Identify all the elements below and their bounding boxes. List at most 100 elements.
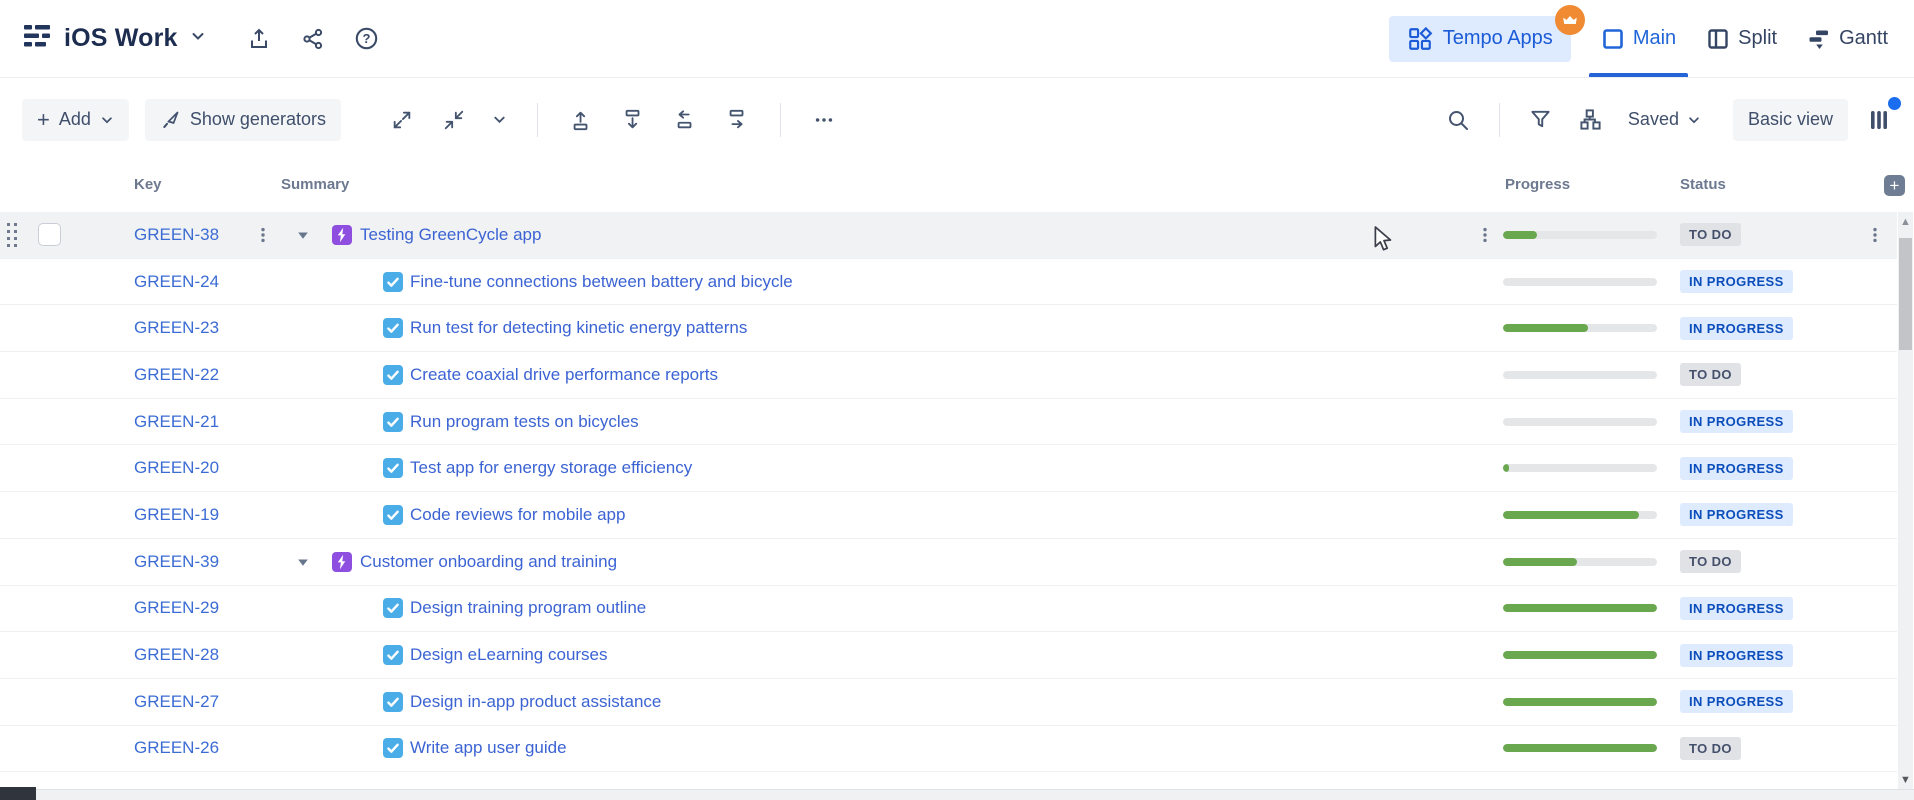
header-right: Tempo Apps Main Split (1389, 0, 1914, 77)
structure-title: iOS Work (64, 24, 178, 53)
tempo-apps-button[interactable]: Tempo Apps (1389, 16, 1571, 62)
scroll-up-icon[interactable]: ▲ (1898, 216, 1913, 228)
task-icon (383, 586, 403, 632)
columns-button[interactable] (1860, 101, 1898, 139)
issue-key-link[interactable]: GREEN-23 (134, 305, 219, 351)
table-row[interactable]: GREEN-39 Customer onboarding and training… (0, 539, 1897, 586)
collapse-caret-icon[interactable] (296, 212, 310, 258)
issue-key-link[interactable]: GREEN-20 (134, 445, 219, 491)
move-left-icon[interactable] (666, 101, 704, 139)
table-row[interactable]: GREEN-21 Run program tests on bicycles IN … (0, 399, 1897, 446)
table-row[interactable]: GREEN-27 Design in-app product assistance… (0, 679, 1897, 726)
group-icon[interactable] (1572, 101, 1610, 139)
move-up-icon[interactable] (562, 101, 600, 139)
expand-all-icon[interactable] (383, 101, 421, 139)
column-header-summary[interactable]: Summary (281, 176, 349, 193)
issue-key-link[interactable]: GREEN-22 (134, 352, 219, 398)
wand-icon (160, 109, 181, 130)
table-row[interactable]: GREEN-38Testing GreenCycle appTO DO (0, 212, 1897, 259)
row-menu-icon[interactable] (1476, 212, 1494, 258)
more-ellipsis-icon[interactable] (805, 101, 843, 139)
table-row[interactable]: GREEN-26 Write app user guide TO DO (0, 726, 1897, 773)
tab-split[interactable]: Split (1706, 0, 1777, 77)
row-checkbox[interactable] (38, 212, 61, 258)
toolbar-separator (537, 103, 538, 137)
horizontal-scrollbar-track[interactable] (0, 789, 1914, 800)
issue-key-link[interactable]: GREEN-39 (134, 539, 219, 585)
chevron-down-icon[interactable] (487, 101, 513, 139)
basic-view-label: Basic view (1748, 109, 1833, 130)
chevron-down-icon[interactable] (190, 28, 206, 49)
move-down-icon[interactable] (614, 101, 652, 139)
collapse-all-icon[interactable] (435, 101, 473, 139)
progress-bar (1503, 539, 1657, 585)
tab-gantt[interactable]: Gantt (1807, 0, 1888, 77)
search-icon[interactable] (1439, 101, 1477, 139)
table-row[interactable]: GREEN-29Design training program outlineI… (0, 586, 1897, 633)
issue-summary-link[interactable]: Fine-tune connections between battery an… (410, 259, 793, 305)
issue-summary-link[interactable]: Create coaxial drive performance reports (410, 352, 718, 398)
status-badge: IN PROGRESS (1680, 259, 1793, 305)
issue-key-link[interactable]: GREEN-26 (134, 726, 219, 772)
status-badge: IN PROGRESS (1680, 679, 1793, 725)
filter-icon[interactable] (1522, 101, 1560, 139)
issue-key-link[interactable]: GREEN-38 (134, 212, 219, 258)
show-generators-button[interactable]: Show generators (145, 99, 341, 141)
column-header-status[interactable]: Status (1680, 176, 1726, 193)
status-badge: TO DO (1680, 352, 1741, 398)
saved-views-dropdown[interactable]: Saved (1622, 109, 1707, 130)
plus-icon: + (37, 109, 50, 131)
issue-key-link[interactable]: GREEN-27 (134, 679, 219, 725)
issue-key-link[interactable]: GREEN-28 (134, 632, 219, 678)
issue-summary-link[interactable]: Testing GreenCycle app (360, 212, 541, 258)
progress-bar (1503, 445, 1657, 491)
issue-summary-link[interactable]: Run test for detecting kinetic energy pa… (410, 305, 747, 351)
table-row[interactable]: GREEN-22 Create coaxial drive performance… (0, 352, 1897, 399)
issue-key-link[interactable]: GREEN-19 (134, 492, 219, 538)
structure-title-group: iOS Work ? (0, 21, 384, 56)
add-column-button[interactable]: + (1884, 175, 1905, 196)
progress-bar (1503, 352, 1657, 398)
app-header: iOS Work ? (0, 0, 1914, 78)
issue-summary-link[interactable]: Run program tests on bicycles (410, 399, 639, 445)
table-row[interactable]: GREEN-24 Fine-tune connections between ba… (0, 259, 1897, 306)
issue-key-link[interactable]: GREEN-21 (134, 399, 219, 445)
issue-summary-link[interactable]: Customer onboarding and training (360, 539, 617, 585)
scroll-down-icon[interactable]: ▼ (1898, 774, 1913, 786)
column-header-key[interactable]: Key (134, 176, 162, 193)
vertical-scrollbar[interactable]: ▲ ▼ (1898, 212, 1913, 789)
drag-handle-icon[interactable] (4, 212, 21, 258)
table-row[interactable]: GREEN-20 Test app for energy storage effi… (0, 445, 1897, 492)
status-badge: TO DO (1680, 726, 1741, 772)
column-header-progress[interactable]: Progress (1505, 176, 1570, 193)
progress-bar (1503, 305, 1657, 351)
issue-key-link[interactable]: GREEN-24 (134, 259, 219, 305)
table-row[interactable]: GREEN-23 Run test for detecting kinetic e… (0, 305, 1897, 352)
issue-summary-link[interactable]: Design in-app product assistance (410, 679, 661, 725)
issue-summary-link[interactable]: Design training program outline (410, 586, 646, 632)
row-menu-icon[interactable] (254, 212, 272, 258)
table-row[interactable]: GREEN-19Code reviews for mobile appIN PR… (0, 492, 1897, 539)
issue-summary-link[interactable]: Design eLearning courses (410, 632, 608, 678)
status-badge: IN PROGRESS (1680, 399, 1793, 445)
help-icon[interactable]: ? (350, 22, 384, 56)
task-icon (383, 679, 403, 725)
row-menu-icon[interactable] (1866, 212, 1884, 258)
basic-view-button[interactable]: Basic view (1733, 99, 1848, 141)
issue-summary-link[interactable]: Test app for energy storage efficiency (410, 445, 692, 491)
issue-summary-link[interactable]: Write app user guide (410, 726, 567, 772)
add-button[interactable]: + Add (22, 99, 129, 141)
tab-main[interactable]: Main (1601, 0, 1676, 77)
issue-key-link[interactable]: GREEN-29 (134, 586, 219, 632)
share-icon[interactable] (296, 22, 330, 56)
collapse-caret-icon[interactable] (296, 539, 310, 585)
scrollbar-thumb[interactable] (1899, 238, 1912, 350)
tempo-apps-icon (1407, 26, 1433, 52)
move-right-icon[interactable] (718, 101, 756, 139)
table-row[interactable]: GREEN-28Design eLearning coursesIN PROGR… (0, 632, 1897, 679)
task-icon (383, 399, 403, 445)
toolbar-separator (1499, 103, 1500, 137)
export-icon[interactable] (242, 22, 276, 56)
gantt-view-icon (1807, 27, 1831, 51)
issue-summary-link[interactable]: Code reviews for mobile app (410, 492, 625, 538)
